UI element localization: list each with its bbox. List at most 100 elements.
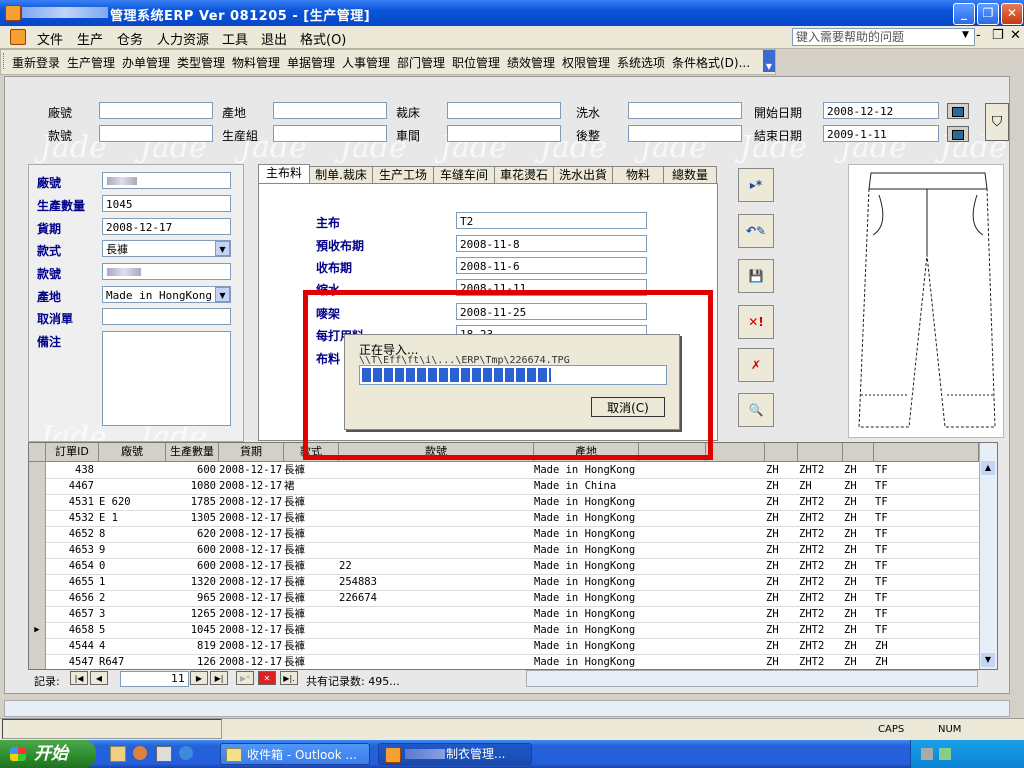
tab-main-fabric[interactable]: 主布料 [258, 164, 310, 184]
mdi-restore[interactable]: ❐ [992, 28, 1004, 43]
filter-finishing-input[interactable] [628, 125, 742, 142]
cell-no[interactable] [339, 654, 533, 669]
nav-new-button[interactable]: ▶* [236, 671, 254, 685]
remarks-textarea[interactable] [102, 331, 231, 426]
table-row[interactable]: 4547 R647 126 2008-12-17 長褲 Made in HongKong Z… [29, 654, 997, 669]
cell-date[interactable]: 2008-12-17 [219, 510, 283, 526]
cell-qty[interactable]: 600 [166, 462, 216, 478]
cell-b[interactable]: ZHT2 [799, 574, 841, 590]
tab-order-cutting[interactable]: 制单.裁床 [309, 166, 373, 184]
cell-date[interactable]: 2008-12-17 [219, 654, 283, 669]
mdi-close[interactable]: ✕ [1010, 28, 1021, 43]
filter-style-no-input[interactable] [99, 125, 213, 142]
tb-positions[interactable]: 职位管理 [452, 54, 500, 71]
style-no-input[interactable] [102, 263, 231, 280]
cell-c[interactable]: ZH [844, 622, 872, 638]
cell-b[interactable]: ZHT2 [799, 462, 841, 478]
filter-origin-input[interactable] [273, 102, 387, 119]
cell-origin[interactable]: Made in HongKong [534, 606, 638, 622]
end-date-input[interactable]: 2009-1-11 [823, 125, 939, 142]
cell-no[interactable] [339, 510, 533, 526]
row-selector[interactable] [29, 510, 46, 526]
cell-date[interactable]: 2008-12-17 [219, 590, 283, 606]
filter-cutting-input[interactable] [447, 102, 561, 119]
row-selector[interactable] [29, 478, 46, 494]
tb-relogin[interactable]: 重新登录 [12, 54, 60, 71]
cell-id[interactable]: 4531 [46, 494, 94, 510]
tb-materials[interactable]: 物料管理 [232, 54, 280, 71]
cell-no[interactable]: 254883 [339, 574, 533, 590]
form-horizontal-scrollbar[interactable] [4, 700, 1010, 717]
cell-qty[interactable]: 819 [166, 638, 216, 654]
cell-a[interactable]: ZH [766, 574, 796, 590]
cell-style[interactable]: 長褲 [284, 622, 338, 638]
cell-date[interactable]: 2008-12-17 [219, 622, 283, 638]
cell-b[interactable]: ZHT2 [799, 638, 841, 654]
cell-a[interactable]: ZH [766, 558, 796, 574]
cell-c[interactable]: ZH [844, 462, 872, 478]
table-row[interactable]: 4532 E 1 1305 2008-12-17 長褲 Made in HongKong Z… [29, 510, 997, 527]
cell-style[interactable]: 長褲 [284, 606, 338, 622]
cell-no[interactable]: 226674 [339, 590, 533, 606]
cell-style[interactable]: 長褲 [284, 654, 338, 669]
grid-horizontal-scrollbar[interactable] [526, 670, 978, 687]
cell-origin[interactable]: Made in HongKong [534, 526, 638, 542]
cell-date[interactable]: 2008-12-17 [219, 462, 283, 478]
undo-edit-button[interactable]: ↶✎ [738, 214, 774, 248]
cell-id[interactable]: 4656 [46, 590, 94, 606]
cell-date[interactable]: 2008-12-17 [219, 494, 283, 510]
minimize-button[interactable]: _ [953, 3, 975, 25]
filter-wash-input[interactable] [628, 102, 742, 119]
scroll-down-icon[interactable]: ▼ [981, 653, 995, 667]
header-col-9[interactable] [706, 443, 765, 461]
cell-id[interactable]: 4658 [46, 622, 94, 638]
table-row[interactable]: 4652 8 620 2008-12-17 長褲 Made in HongKong ZH ZH… [29, 526, 997, 543]
table-row[interactable]: 4544 4 819 2008-12-17 長褲 Made in HongKong ZH ZH… [29, 638, 997, 655]
toolbar-overflow-button[interactable]: ▼ [763, 50, 775, 72]
menu-tools[interactable]: 工具 [222, 29, 248, 48]
cell-no[interactable] [339, 494, 533, 510]
cell-d[interactable]: TF [875, 590, 915, 606]
new-record-button[interactable]: ▸* [738, 168, 774, 202]
cell-a[interactable]: ZH [766, 478, 796, 494]
cell-origin[interactable]: Made in HongKong [534, 638, 638, 654]
app-menu-icon[interactable] [10, 29, 26, 45]
cell-b[interactable]: ZHT2 [799, 494, 841, 510]
cell-no[interactable] [339, 462, 533, 478]
cell-style[interactable]: 裙 [284, 478, 338, 494]
cell-a[interactable]: ZH [766, 622, 796, 638]
tb-permissions[interactable]: 权限管理 [562, 54, 610, 71]
header-col-13[interactable] [874, 443, 979, 461]
cell-date[interactable]: 2008-12-17 [219, 558, 283, 574]
cell-c[interactable]: ZH [844, 526, 872, 542]
origin-dropdown-icon[interactable]: ▼ [215, 287, 230, 302]
cell-d[interactable]: TF [875, 462, 915, 478]
cell-a[interactable]: ZH [766, 590, 796, 606]
toolbar-grip[interactable] [3, 53, 6, 69]
cell-c[interactable]: ZH [844, 494, 872, 510]
cell-d[interactable]: TF [875, 526, 915, 542]
tray-network-icon[interactable] [921, 748, 933, 760]
cell-a[interactable]: ZH [766, 494, 796, 510]
tab-total-qty[interactable]: 總数量 [663, 166, 717, 184]
cell-style[interactable]: 長褲 [284, 462, 338, 478]
nav-next-button[interactable]: ▶ [190, 671, 208, 685]
cell-style[interactable]: 長褲 [284, 638, 338, 654]
tab-factory[interactable]: 生产工场 [372, 166, 434, 184]
cell-style[interactable]: 長褲 [284, 574, 338, 590]
tb-documents[interactable]: 单据管理 [287, 54, 335, 71]
cell-b[interactable]: ZHT2 [799, 590, 841, 606]
cell-qty[interactable]: 1265 [166, 606, 216, 622]
cell-b[interactable]: ZH [799, 478, 841, 494]
row-selector[interactable] [29, 494, 46, 510]
cell-no[interactable] [339, 606, 533, 622]
cell-f[interactable]: 5 [99, 622, 165, 638]
tb-departments[interactable]: 部门管理 [397, 54, 445, 71]
cell-c[interactable]: ZH [844, 510, 872, 526]
cell-date[interactable]: 2008-12-17 [219, 478, 283, 494]
filter-factory-input[interactable] [99, 102, 213, 119]
cell-date[interactable]: 2008-12-17 [219, 526, 283, 542]
start-date-input[interactable]: 2008-12-12 [823, 102, 939, 119]
tb-system-options[interactable]: 系统选项 [617, 54, 665, 71]
cell-c[interactable]: ZH [844, 654, 872, 669]
